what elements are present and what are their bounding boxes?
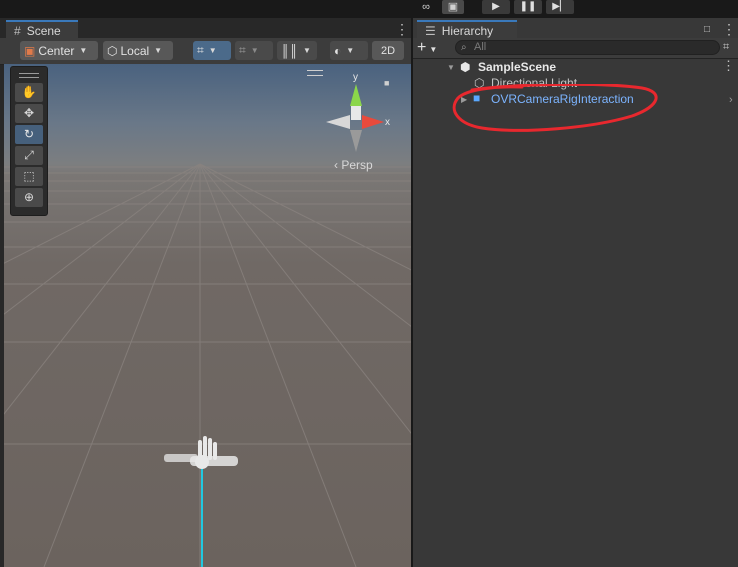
collab-icon[interactable]: ▣ — [442, 0, 464, 14]
scene-toolbar: ▣ Center ▼ ⬡ Local ▼ ⌗ ▼ ⌗ ▼ ║║ ▼ ◐ ▼ 2D — [0, 38, 411, 65]
grid-icon: # — [14, 24, 21, 38]
list-item[interactable]: ▶ ■ OVRCameraRigInteraction › — [413, 91, 738, 107]
hand-tool-icon[interactable]: ✋ — [15, 83, 43, 102]
chevron-down-icon: ▼ — [79, 46, 88, 55]
rect-tool-icon[interactable]: ⬚ — [15, 167, 43, 186]
search-placeholder: All — [474, 41, 487, 53]
search-input[interactable]: ⌕ All — [455, 40, 720, 55]
scene-root-row[interactable]: ⋮ ▼ ⬢ SampleScene — [413, 59, 738, 75]
tab-scene[interactable]: # Scene — [6, 20, 78, 40]
space-label: Local — [120, 43, 150, 58]
tab-hierarchy-label: Hierarchy — [441, 24, 494, 38]
scene-panel: # Scene ⋮ ▣ Center ▼ ⬡ Local ▼ ⌗ ▼ ⌗ ▼ ║… — [0, 18, 411, 567]
projection-toggle[interactable]: ‹ Persp — [334, 158, 373, 172]
tab-scene-label: Scene — [26, 24, 61, 38]
hierarchy-panel: ☰ Hierarchy □ ⋮ + ▼ ⌕ All ⌗ ⋮ ▼ ⬢ SampleS… — [413, 18, 738, 567]
gizmo-x-label: x — [385, 117, 390, 128]
chevron-down-icon: ▼ — [208, 46, 217, 55]
chevron-down-icon: ▼ — [429, 45, 438, 54]
tools-overlay: ✋ ✥ ↻ ⤢ ⬚ ⊕ — [10, 66, 48, 216]
list-icon: ☰ — [425, 24, 436, 38]
list-item-label: OVRCameraRigInteraction — [491, 92, 634, 106]
projection-label: Persp — [341, 158, 373, 172]
top-toolbar: ∞ ▣ ▶ ❚❚ ▶▏ — [0, 0, 738, 16]
scale-tool-icon[interactable]: ⤢ — [15, 146, 43, 165]
chevron-down-icon: ▼ — [250, 46, 259, 55]
increment-snap-icon: ⌗ — [239, 43, 246, 57]
hierarchy-menu-icon[interactable]: ⋮ — [722, 22, 736, 36]
pivot-label: Center — [38, 43, 75, 58]
expand-arrow-icon[interactable]: ▶ — [461, 95, 467, 104]
cloud-services-icon[interactable]: ∞ — [419, 0, 433, 14]
add-button[interactable]: + ▼ — [417, 40, 447, 56]
overlay-menu-icon[interactable] — [307, 70, 323, 76]
list-item-label: Directional Light — [491, 76, 578, 90]
cube-icon: ⬡ — [107, 43, 118, 58]
search-icon: ⌕ — [461, 42, 467, 53]
expand-arrow-icon[interactable]: ▼ — [447, 63, 455, 72]
scene-row-menu-icon[interactable]: ⋮ — [722, 59, 735, 73]
pause-button[interactable]: ❚❚ — [514, 0, 542, 14]
drag-handle-icon[interactable] — [19, 73, 39, 78]
play-button[interactable]: ▶ — [482, 0, 510, 14]
tab-hierarchy[interactable]: ☰ Hierarchy — [417, 20, 517, 40]
hierarchy-toolbar: + ▼ ⌕ All ⌗ — [413, 38, 738, 59]
space-dropdown[interactable]: ⬡ Local ▼ — [103, 41, 173, 60]
prefab-icon: ■ — [473, 91, 481, 105]
grid-snap-button[interactable]: ⌗ ▼ — [193, 41, 231, 60]
scene-menu-icon[interactable]: ⋮ — [395, 22, 409, 36]
chevron-down-icon: ▼ — [303, 46, 311, 55]
hand-model — [164, 436, 238, 469]
search-options-icon[interactable]: ⌗ — [723, 41, 729, 54]
pivot-dropdown[interactable]: ▣ Center ▼ — [20, 41, 98, 60]
pivot-icon: ▣ — [24, 43, 36, 58]
view-2d-label: 2D — [380, 44, 396, 57]
view-2d-button[interactable]: 2D — [372, 41, 404, 60]
scene-name: SampleScene — [478, 60, 557, 74]
grid-snap-icon: ⌗ — [197, 43, 204, 57]
gizmo-y-label: y — [353, 72, 358, 83]
chevron-down-icon: ▼ — [346, 46, 355, 55]
lock-icon[interactable]: □ — [704, 23, 710, 37]
rotate-tool-icon[interactable]: ↻ — [15, 125, 43, 144]
transform-tool-icon[interactable]: ⊕ — [15, 188, 43, 207]
draw-mode-button[interactable]: ◐ ▼ — [330, 41, 368, 60]
persp-icon: ‹ — [334, 158, 338, 172]
increment-snap-button[interactable]: ⌗ ▼ — [235, 41, 273, 60]
grid-visibility-button[interactable]: ║║ ▼ — [277, 41, 317, 60]
chevron-down-icon: ▼ — [154, 46, 163, 55]
grid-lines-icon: ║║ — [281, 43, 299, 58]
shading-icon: ◐ — [334, 43, 342, 58]
scene-viewport[interactable]: ✋ ✥ ↻ ⤢ ⬚ ⊕ ■ y x ‹ Persp — [4, 64, 411, 567]
gameobject-icon: ⬡ — [474, 76, 485, 90]
chevron-right-icon[interactable]: › — [729, 94, 733, 106]
step-button[interactable]: ▶▏ — [546, 0, 574, 14]
unity-scene-icon: ⬢ — [460, 60, 471, 74]
move-tool-icon[interactable]: ✥ — [15, 104, 43, 123]
list-item[interactable]: ⬡ Directional Light — [413, 75, 738, 91]
